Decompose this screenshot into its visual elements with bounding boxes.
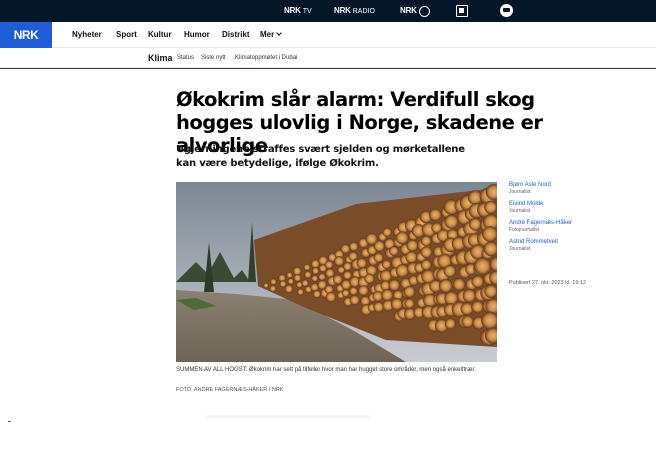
nav-item-kultur[interactable]: Kultur bbox=[148, 22, 172, 48]
nrk-radio-label: RADIO bbox=[352, 8, 375, 15]
nrk-super-icon bbox=[418, 5, 430, 17]
published-timestamp: Publisert 27. okt. 2023 kl. 19:12 bbox=[509, 280, 587, 286]
nrk-radio-brand: NRK bbox=[334, 6, 351, 15]
nrk-tv-label: TV bbox=[302, 8, 312, 15]
nrk-article-page: NRK TV NRK RADIO NRK NRK Nyheter Sport Kul… bbox=[0, 0, 656, 452]
photo-caption: SUMMEN AV ALL HOGST: Økokrim har sett på… bbox=[176, 367, 476, 373]
byline-author[interactable]: André Fagernæs-Håker Fotojournalist bbox=[509, 220, 619, 233]
subnav-link-status[interactable]: Status bbox=[177, 48, 194, 68]
nrk-tv-link[interactable]: NRK TV bbox=[284, 4, 312, 18]
nav-item-mer-label: Mer bbox=[260, 30, 275, 39]
main-navigation: NRK Nyheter Sport Kultur Humor Distrikt … bbox=[0, 22, 656, 48]
nav-item-sport[interactable]: Sport bbox=[116, 22, 137, 48]
author-role: Journalist bbox=[509, 208, 531, 214]
author-name[interactable]: André Fagernæs-Håker bbox=[509, 220, 619, 227]
nav-item-nyheter[interactable]: Nyheter bbox=[72, 22, 102, 48]
photo-credit: FOTO: ANDRÉ FAGERNÆS-HÅKER / NRK bbox=[176, 387, 284, 393]
byline-author[interactable]: Bjørn Asle Nord Journalist bbox=[509, 182, 619, 195]
nrk-radio-link[interactable]: NRK RADIO bbox=[334, 4, 375, 18]
subnav-link-klimatoppmotet[interactable]: Klimatoppmøtet i Dubai bbox=[235, 48, 297, 68]
chevron-down-icon bbox=[276, 30, 283, 36]
cursor-mark bbox=[8, 421, 11, 422]
nav-item-distrikt[interactable]: Distrikt bbox=[222, 22, 250, 48]
author-role: Fotojournalist bbox=[509, 227, 540, 233]
section-title-klima[interactable]: Klima bbox=[148, 48, 173, 68]
nav-item-humor[interactable]: Humor bbox=[184, 22, 210, 48]
faint-divider bbox=[206, 415, 370, 418]
nrk-tv-brand: NRK bbox=[284, 6, 301, 15]
nrk-p3-icon[interactable] bbox=[456, 5, 468, 17]
yr-icon[interactable] bbox=[500, 4, 513, 17]
author-role: Journalist bbox=[509, 246, 531, 252]
timber-logs-illustration bbox=[176, 182, 497, 362]
author-role: Journalist bbox=[509, 189, 531, 195]
byline-author[interactable]: Astrid Rommetveit Journalist bbox=[509, 239, 619, 252]
article-lede: Ugjerningene straffes svært sjelden og m… bbox=[176, 144, 465, 169]
nrk-super-brand: NRK bbox=[400, 6, 417, 15]
author-name[interactable]: Eivind Molde bbox=[509, 201, 619, 208]
author-name[interactable]: Astrid Rommetveit bbox=[509, 239, 619, 246]
byline-list: Bjørn Asle Nord Journalist Eivind Molde … bbox=[509, 182, 619, 258]
subnav-link-siste-nytt[interactable]: Siste nytt bbox=[201, 48, 226, 68]
nrk-super-link[interactable]: NRK bbox=[400, 4, 430, 18]
author-name[interactable]: Bjørn Asle Nord bbox=[509, 182, 619, 189]
hero-photo-timber-logs[interactable] bbox=[176, 182, 497, 362]
nav-item-mer[interactable]: Mer bbox=[260, 22, 283, 48]
nrk-logo[interactable]: NRK bbox=[0, 22, 52, 48]
nrk-service-bar: NRK TV NRK RADIO NRK bbox=[0, 0, 656, 22]
byline-author[interactable]: Eivind Molde Journalist bbox=[509, 201, 619, 214]
section-subnav: Klima Status Siste nytt Klimatoppmøtet i… bbox=[0, 48, 656, 68]
